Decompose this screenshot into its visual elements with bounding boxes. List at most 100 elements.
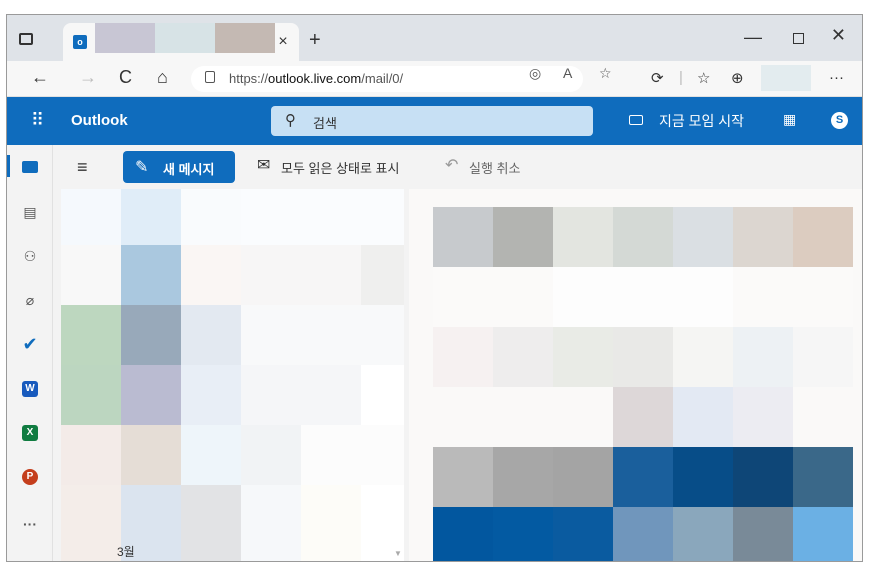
meet-now-button[interactable]: 지금 모임 시작 (659, 111, 744, 131)
blur-tile (553, 207, 613, 267)
command-bar: ≡ ✎ 새 메시지 ✉ 모두 읽은 상태로 표시 ↶ 실행 취소 (53, 145, 862, 189)
blur-tile (553, 507, 613, 561)
rail-powerpoint[interactable]: P (7, 461, 53, 491)
blur-tile (121, 245, 181, 305)
menu-icon[interactable]: ≡ (77, 157, 88, 178)
rail-mail[interactable] (7, 151, 53, 181)
blur-tile (553, 327, 613, 387)
favorite-star-icon[interactable]: ☆ (599, 65, 612, 82)
close-window-button[interactable]: ✕ (831, 25, 846, 46)
blur-tile (673, 327, 733, 387)
blur-tile (241, 485, 301, 561)
blur-tile (241, 365, 361, 425)
forward-button[interactable]: → (79, 67, 97, 88)
blur-tile (181, 305, 241, 365)
excel-icon: X (22, 425, 38, 442)
envelope-open-icon: ✉ (257, 157, 271, 174)
tab-close-icon[interactable]: × (275, 33, 291, 51)
rail-more[interactable]: ··· (7, 509, 53, 539)
active-tab[interactable]: o × (63, 23, 299, 61)
blur-tile (613, 507, 673, 561)
read-aloud-icon[interactable]: A (563, 65, 572, 81)
lock-icon (205, 71, 215, 83)
blur-tile (121, 365, 181, 425)
blur-tile (673, 447, 733, 507)
message-list[interactable]: 3월 ▼ (61, 189, 404, 561)
blur-tile (793, 447, 853, 507)
blur-tile (733, 507, 793, 561)
new-message-label: 새 메시지 (163, 162, 215, 177)
apps-grid-icon[interactable]: ▦ (783, 111, 796, 128)
rail-word[interactable]: W (7, 373, 53, 403)
rail-people[interactable]: ⚇ (7, 241, 53, 271)
scroll-down-icon[interactable]: ▼ (394, 549, 402, 558)
blur-tile (613, 207, 673, 267)
blur-tile (733, 387, 793, 447)
rail-excel[interactable]: X (7, 417, 53, 447)
rail-files[interactable]: ⌀ (7, 285, 53, 315)
refresh-button[interactable]: C (119, 67, 132, 88)
blur-tile (493, 447, 553, 507)
url-field[interactable]: https://outlook.live.com/mail/0/ (191, 66, 583, 92)
favorites-icon[interactable]: ☆ (697, 69, 710, 87)
blur-tile (301, 485, 361, 561)
minimize-button[interactable]: — (744, 27, 762, 48)
search-input[interactable]: ⚲ 검색 (271, 106, 593, 136)
blur-tile (61, 485, 121, 561)
new-tab-button[interactable]: + (309, 29, 321, 52)
search-icon: ⚲ (285, 112, 296, 129)
tab-actions-icon[interactable] (19, 33, 33, 45)
checkmark-icon: ✔ (22, 334, 38, 354)
new-message-button[interactable]: ✎ 새 메시지 (123, 151, 235, 183)
blur-tile (181, 485, 241, 561)
skype-icon[interactable]: S (831, 112, 848, 129)
blur-tile (181, 245, 241, 305)
collections-icon[interactable]: ⊕ (731, 69, 744, 87)
word-icon: W (22, 381, 38, 398)
profile-blurred[interactable] (761, 65, 811, 91)
url-text[interactable]: https://outlook.live.com/mail/0/ (229, 71, 403, 86)
tab-title-blurred (215, 23, 275, 53)
home-button[interactable]: ⌂ (157, 67, 168, 88)
paperclip-icon: ⌀ (25, 292, 35, 308)
mark-all-read-button[interactable]: 모두 읽은 상태로 표시 (281, 158, 399, 177)
settings-more-button[interactable]: ··· (829, 69, 844, 86)
blur-tile (793, 327, 853, 387)
blur-tile (553, 447, 613, 507)
blur-tile (673, 387, 733, 447)
toolbar-divider: | (679, 69, 683, 86)
extensions-icon[interactable]: ⟳ (651, 69, 664, 87)
blur-tile (61, 305, 121, 365)
browser-window: o × + — ✕ ← → C ⌂ https://outlook.live.c… (6, 14, 863, 562)
blur-tile (241, 425, 301, 485)
app-rail: ▤ ⚇ ⌀ ✔ W X P ··· (7, 145, 53, 561)
maximize-button[interactable] (793, 33, 804, 44)
blur-tile (61, 245, 121, 305)
tab-title-blurred (95, 23, 155, 53)
month-divider: 3월 (117, 545, 135, 559)
video-camera-icon (629, 115, 643, 125)
blur-tile (121, 189, 181, 245)
blur-tile (733, 207, 793, 267)
blur-tile (433, 507, 493, 561)
rail-calendar[interactable]: ▤ (7, 197, 53, 227)
blur-tile (301, 425, 404, 485)
reading-mode-icon[interactable]: ◎ (529, 65, 541, 82)
blur-tile (673, 207, 733, 267)
blur-tile (241, 245, 361, 305)
blur-tile (61, 189, 121, 245)
outlook-brand[interactable]: Outlook (71, 112, 128, 129)
blur-tile (181, 189, 241, 245)
app-launcher-icon[interactable]: ⠿ (31, 110, 44, 131)
blur-tile (613, 447, 673, 507)
blur-tile (793, 507, 853, 561)
blur-tile (61, 365, 121, 425)
compose-icon: ✎ (135, 159, 149, 176)
rail-todo[interactable]: ✔ (7, 329, 53, 359)
blur-tile (433, 207, 493, 267)
blur-tile (433, 327, 493, 387)
undo-button[interactable]: 실행 취소 (469, 158, 520, 177)
back-button[interactable]: ← (31, 67, 49, 88)
search-placeholder: 검색 (313, 116, 337, 131)
blur-tile (673, 507, 733, 561)
